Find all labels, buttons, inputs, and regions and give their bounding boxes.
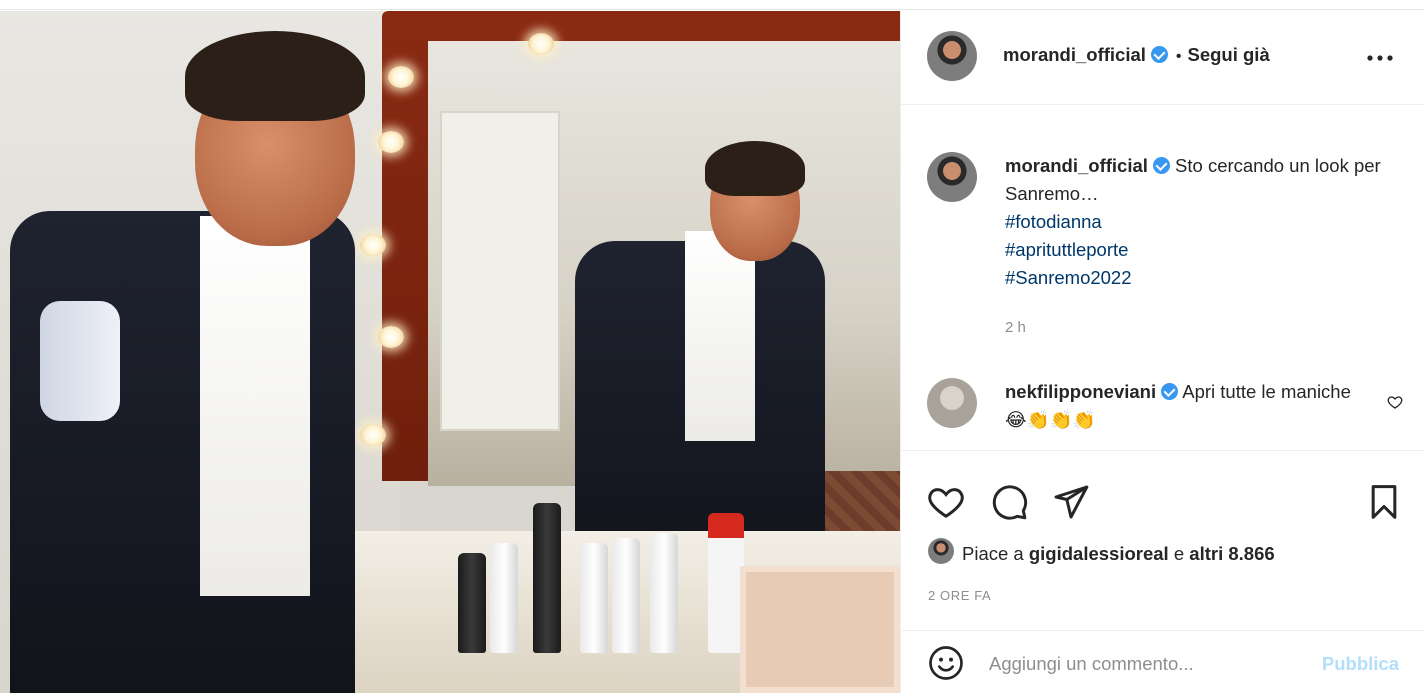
comment-input[interactable] bbox=[989, 653, 1289, 675]
likes-prefix: Piace a bbox=[962, 543, 1024, 564]
comment-icon[interactable] bbox=[989, 482, 1029, 522]
likes-summary[interactable]: Piace a gigidalessioreal e altri 8.866 bbox=[928, 538, 1275, 565]
post-photo[interactable] bbox=[0, 11, 900, 693]
photo-bottle bbox=[580, 543, 608, 653]
liker-username[interactable]: gigidalessioreal bbox=[1029, 543, 1169, 564]
photo-bulb bbox=[378, 131, 404, 153]
verified-badge-icon bbox=[1161, 383, 1179, 400]
add-comment-bar: Pubblica bbox=[901, 630, 1424, 694]
publish-button[interactable]: Pubblica bbox=[1322, 653, 1399, 675]
photo-bottle bbox=[708, 513, 744, 653]
paper-plane-icon[interactable] bbox=[1051, 482, 1091, 522]
follow-status-button[interactable]: Segui già bbox=[1188, 44, 1270, 65]
caption: morandi_official Sto cercando un look pe… bbox=[1005, 152, 1417, 292]
bookmark-icon[interactable] bbox=[1364, 482, 1404, 522]
author-username[interactable]: morandi_official bbox=[1003, 44, 1146, 65]
top-comment: nekfilipponeviani Apri tutte le maniche😂… bbox=[1005, 378, 1365, 434]
photo-bottle bbox=[612, 538, 640, 653]
commenter-avatar[interactable] bbox=[927, 378, 977, 428]
post-header: morandi_official • Segui già bbox=[901, 11, 1424, 105]
author-line: morandi_official • Segui già bbox=[1003, 44, 1270, 66]
photo-bottle bbox=[458, 553, 486, 653]
hashtag-link[interactable]: #fotodianna bbox=[1005, 208, 1417, 236]
caption-timestamp[interactable]: 2 h bbox=[1005, 319, 1026, 336]
photo-person bbox=[0, 31, 380, 693]
photo-reflection-person bbox=[575, 131, 835, 571]
verified-badge-icon bbox=[1150, 46, 1168, 63]
author-avatar[interactable] bbox=[927, 31, 977, 81]
caption-avatar[interactable] bbox=[927, 152, 977, 202]
smiley-icon[interactable] bbox=[926, 643, 966, 683]
likes-others[interactable]: altri 8.866 bbox=[1189, 543, 1274, 564]
photo-bulb bbox=[528, 33, 554, 55]
heart-icon[interactable] bbox=[926, 482, 966, 522]
browser-top-edge bbox=[0, 0, 1424, 10]
hashtag-link[interactable]: #aprituttleporte bbox=[1005, 236, 1417, 264]
photo-palette bbox=[740, 566, 900, 693]
verified-badge-icon bbox=[1152, 157, 1170, 174]
liker-avatar bbox=[928, 538, 954, 564]
commenter-username[interactable]: nekfilipponeviani bbox=[1005, 381, 1156, 402]
post-sidebar: morandi_official • Segui già morandi_offic… bbox=[900, 11, 1424, 693]
caption-username[interactable]: morandi_official bbox=[1005, 155, 1148, 176]
photo-mirror-door bbox=[440, 111, 560, 431]
photo-bulb bbox=[378, 326, 404, 348]
photo-bottle bbox=[490, 543, 518, 653]
separator-dot: • bbox=[1175, 48, 1182, 65]
comments-section: morandi_official Sto cercando un look pe… bbox=[901, 106, 1424, 449]
photo-bottle bbox=[650, 533, 678, 653]
photo-bottle bbox=[533, 503, 561, 653]
photo-bulb bbox=[388, 66, 414, 88]
likes-joiner: e bbox=[1173, 543, 1185, 564]
post-age[interactable]: 2 ORE FA bbox=[928, 588, 991, 603]
more-options-icon[interactable] bbox=[1365, 46, 1395, 70]
hashtag-link[interactable]: #Sanremo2022 bbox=[1005, 264, 1417, 292]
heart-icon[interactable] bbox=[1387, 394, 1403, 410]
